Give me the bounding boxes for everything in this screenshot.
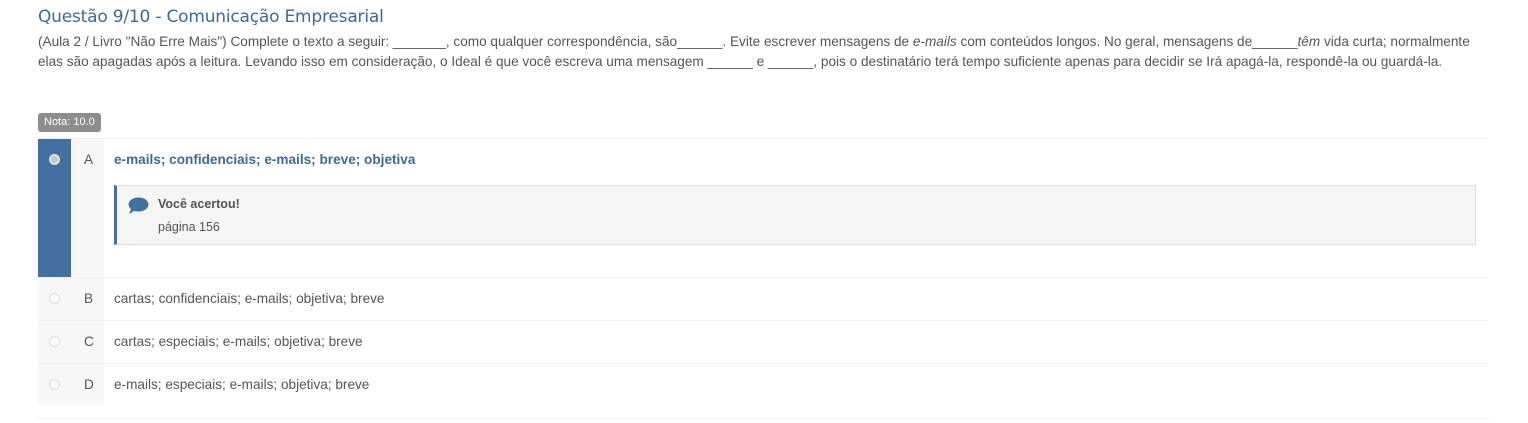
- option-content: e-mails; confidenciais; e-mails; breve; …: [104, 139, 1489, 277]
- answer-options: A e-mails; confidenciais; e-mails; breve…: [38, 138, 1489, 406]
- radio-button-d[interactable]: [49, 379, 60, 390]
- radio-button-b[interactable]: [49, 293, 60, 304]
- feedback-text: página 156: [158, 220, 220, 234]
- option-letter-c: C: [84, 334, 94, 349]
- option-marker-column: C: [38, 321, 104, 363]
- grade-badge: Nota: 10.0: [38, 113, 101, 132]
- answer-option-b[interactable]: B cartas; confidenciais; e-mails; objeti…: [38, 277, 1489, 320]
- answer-option-c[interactable]: C cartas; especiais; e-mails; objetiva; …: [38, 320, 1489, 363]
- feedback-title: Você acertou!: [158, 197, 240, 211]
- option-text-a[interactable]: e-mails; confidenciais; e-mails; breve; …: [114, 152, 415, 167]
- question-text-part2: com conteúdos longos. No geral, mensagen…: [956, 34, 1298, 49]
- feedback-box: Você acertou! página 156: [114, 185, 1476, 245]
- option-letter-d: D: [84, 377, 94, 392]
- option-content: cartas; especiais; e-mails; objetiva; br…: [104, 321, 1489, 363]
- option-marker-column: D: [38, 364, 104, 406]
- question-title: Questão 9/10 - Comunicação Empresarial: [38, 7, 384, 27]
- question-text-part1: (Aula 2 / Livro "Não Erre Mais") Complet…: [38, 34, 913, 49]
- answer-option-d[interactable]: D e-mails; especiais; e-mails; objetiva;…: [38, 363, 1489, 406]
- question-text-emphasis-1: e-mails: [912, 34, 957, 49]
- radio-button-a[interactable]: [49, 154, 60, 165]
- option-letter-a: A: [84, 152, 94, 167]
- divider: [38, 418, 1489, 419]
- answer-option-a[interactable]: A e-mails; confidenciais; e-mails; breve…: [38, 138, 1489, 277]
- option-letter-b: B: [84, 291, 94, 306]
- radio-button-c[interactable]: [49, 336, 60, 347]
- option-text-d[interactable]: e-mails; especiais; e-mails; objetiva; b…: [114, 377, 369, 392]
- comment-icon: [128, 197, 149, 219]
- question-text-emphasis-2: têm: [1297, 34, 1321, 49]
- option-text-b[interactable]: cartas; confidenciais; e-mails; objetiva…: [114, 291, 385, 306]
- option-content: e-mails; especiais; e-mails; objetiva; b…: [104, 364, 1489, 406]
- option-text-c[interactable]: cartas; especiais; e-mails; objetiva; br…: [114, 334, 363, 349]
- option-marker-column: B: [38, 278, 104, 320]
- option-marker-column: A: [38, 139, 104, 277]
- question-text: (Aula 2 / Livro "Não Erre Mais") Complet…: [38, 32, 1478, 72]
- option-content: cartas; confidenciais; e-mails; objetiva…: [104, 278, 1489, 320]
